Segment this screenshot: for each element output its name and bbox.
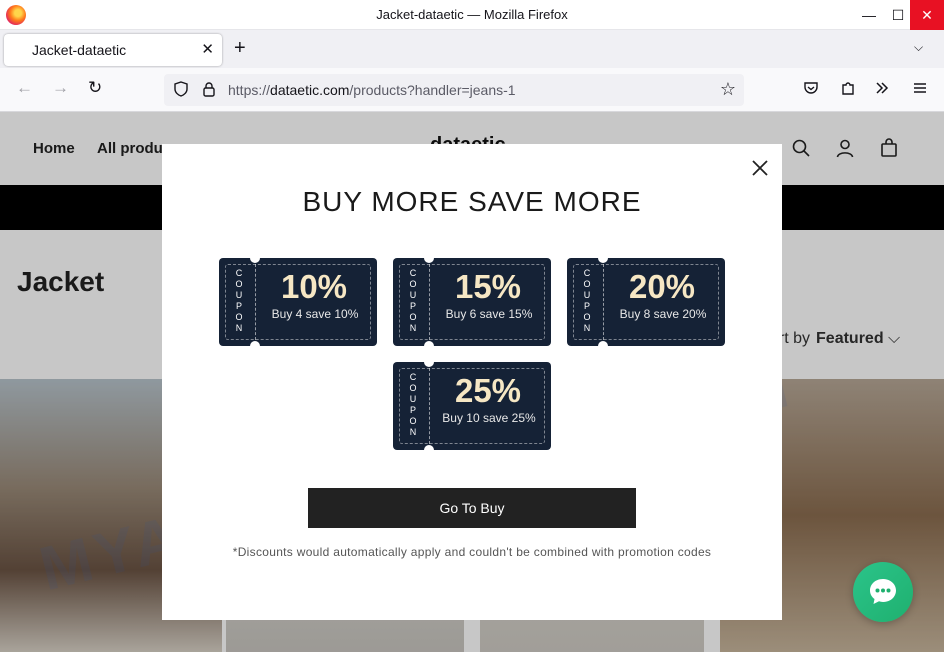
tab-title: Jacket-dataetic	[32, 42, 127, 58]
forward-button[interactable]: →	[52, 78, 69, 98]
web-page: Home All produ dataetic Jacket ort byFea…	[0, 112, 944, 652]
reload-button[interactable]: ↻	[88, 78, 102, 98]
coupon-percent: 15%	[454, 268, 522, 305]
coupon-card[interactable]: COUPON 15% Buy 6 save 15%	[393, 253, 551, 351]
navigation-toolbar: ← → ↻ https://dataetic.com/products?hand…	[0, 68, 944, 112]
url-host: dataetic.com	[270, 82, 350, 98]
new-tab-button[interactable]: +	[234, 37, 246, 60]
coupon-divider	[255, 264, 256, 340]
coupon-notch	[424, 341, 434, 351]
list-all-tabs-button[interactable]: ⌵	[914, 40, 923, 55]
close-window-button[interactable]: ✕	[910, 0, 944, 30]
promo-modal: BUY MORE SAVE MORE COUPON 10% Buy 4 save…	[162, 144, 782, 620]
shield-icon[interactable]	[174, 81, 188, 97]
more-tools-icon[interactable]	[874, 80, 890, 96]
coupon-notch	[598, 253, 608, 263]
tab-strip: Jacket-dataetic ✕ + ⌵	[0, 30, 944, 68]
coupon-label: COUPON	[235, 268, 243, 333]
coupon-divider	[603, 264, 604, 340]
hamburger-menu-icon[interactable]	[912, 80, 928, 96]
coupon-notch	[424, 253, 434, 263]
coupon-percent: 20%	[628, 268, 696, 305]
coupon-notch	[598, 341, 608, 351]
chat-bubble-icon	[870, 579, 896, 604]
coupon-description: Buy 6 save 15%	[445, 307, 533, 321]
coupon-percent: 25%	[454, 372, 522, 409]
window-titlebar: Jacket-dataetic — Mozilla Firefox — ☐ ✕	[0, 0, 944, 30]
url-bar[interactable]: https://dataetic.com/products?handler=je…	[164, 74, 744, 106]
go-to-buy-button[interactable]: Go To Buy	[308, 488, 636, 528]
coupon-description: Buy 10 save 25%	[442, 411, 536, 425]
chat-widget-button[interactable]	[853, 562, 913, 622]
discount-disclaimer: *Discounts would automatically apply and…	[232, 545, 712, 559]
url-path: /products?handler=jeans-1	[349, 82, 516, 98]
modal-heading: BUY MORE SAVE MORE	[302, 186, 642, 217]
coupon-percent: 10%	[280, 268, 348, 305]
coupon-card[interactable]: COUPON 25% Buy 10 save 25%	[393, 357, 551, 455]
window-title: Jacket-dataetic — Mozilla Firefox	[376, 7, 568, 22]
coupon-label: COUPON	[583, 268, 591, 333]
lock-icon[interactable]	[202, 81, 216, 97]
coupon-label: COUPON	[409, 372, 417, 437]
coupon-notch	[424, 357, 434, 367]
bookmark-star-icon[interactable]: ☆	[720, 79, 736, 100]
pocket-icon[interactable]	[803, 80, 819, 96]
url-text[interactable]: https://dataetic.com/products?handler=je…	[228, 82, 516, 98]
close-icon[interactable]	[750, 158, 770, 178]
coupon-divider	[429, 368, 430, 444]
coupon-label: COUPON	[409, 268, 417, 333]
extensions-icon[interactable]	[840, 80, 856, 96]
coupon-description: Buy 8 save 20%	[619, 307, 707, 321]
back-button[interactable]: ←	[16, 78, 33, 98]
url-scheme: https://	[228, 82, 271, 98]
coupon-card[interactable]: COUPON 20% Buy 8 save 20%	[567, 253, 725, 351]
coupon-divider	[429, 264, 430, 340]
coupon-notch	[250, 341, 260, 351]
tab-jacket-dataetic[interactable]: Jacket-dataetic ✕	[4, 34, 222, 66]
coupon-card[interactable]: COUPON 10% Buy 4 save 10%	[219, 253, 377, 351]
coupon-description: Buy 4 save 10%	[271, 307, 359, 321]
tab-close-icon[interactable]: ✕	[201, 40, 214, 58]
coupon-notch	[250, 253, 260, 263]
coupon-notch	[424, 445, 434, 455]
